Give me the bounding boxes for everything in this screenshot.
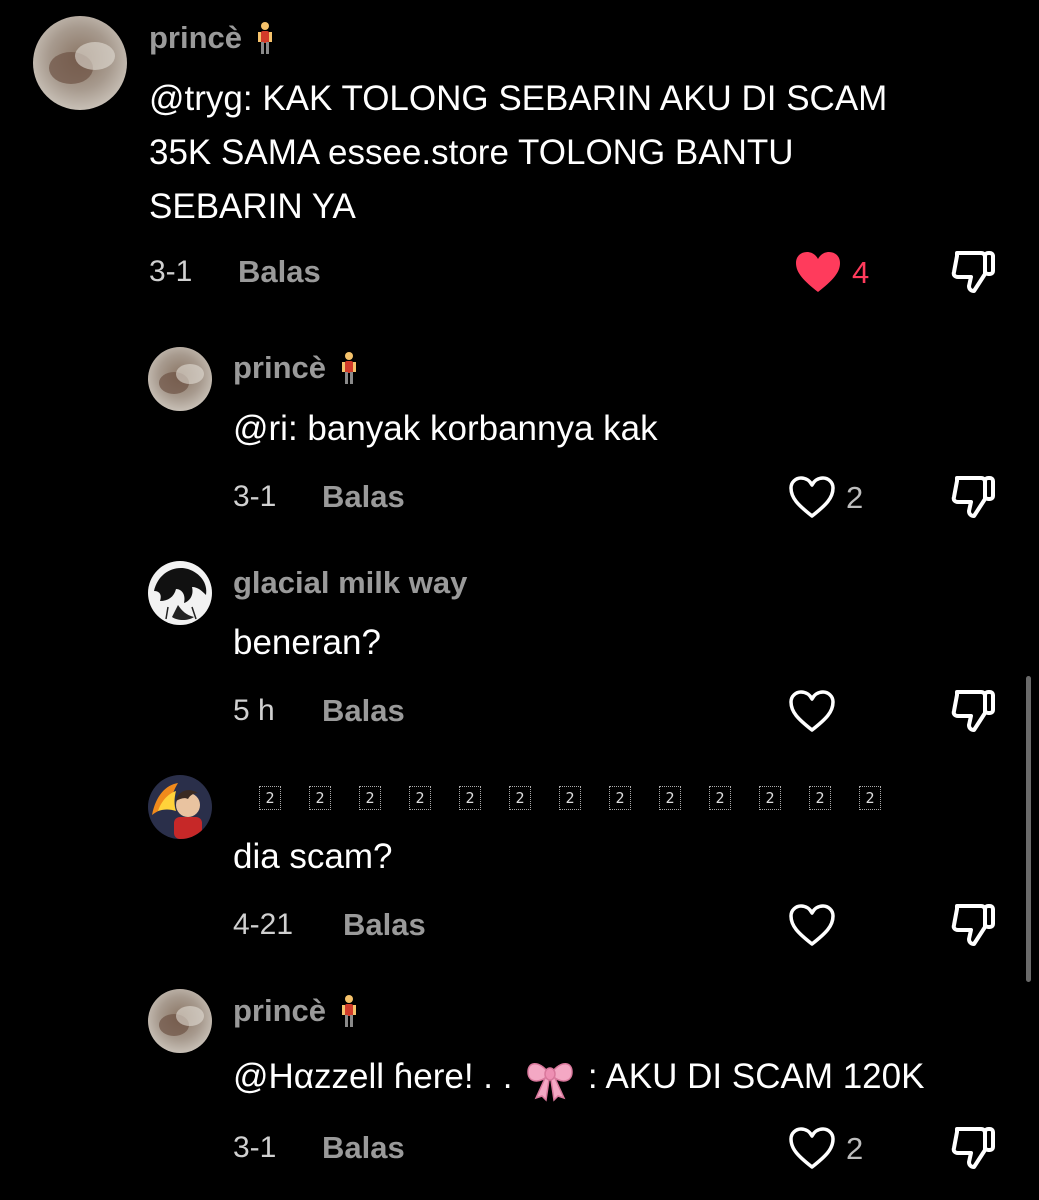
heart-icon[interactable] — [794, 250, 842, 294]
comment-text: beneran? — [233, 623, 381, 662]
reply-button[interactable]: Balas — [322, 479, 405, 515]
reply-button[interactable]: Balas — [322, 1130, 405, 1166]
comment-time: 3-1 — [233, 1131, 277, 1164]
comment-text: @ri: banyak korbannya kak — [233, 409, 658, 448]
comment-username[interactable]: princè — [233, 350, 358, 386]
comment-text: @Hαzzell ɦere! . . : AKU DI SCAM 120K — [233, 1050, 924, 1104]
like-count: 4 — [852, 255, 870, 290]
ribbon-emoji-icon — [524, 1056, 576, 1102]
heart-icon[interactable] — [788, 903, 836, 947]
standing-person-emoji-icon — [340, 351, 358, 385]
avatar[interactable] — [148, 561, 212, 625]
avatar[interactable] — [148, 989, 212, 1053]
comment-text: @tryg: KAK TOLONG SEBARIN AKU DI SCAM 35… — [149, 79, 888, 226]
thumbs-down-icon[interactable] — [948, 247, 998, 295]
avatar[interactable] — [33, 16, 127, 110]
comment-time: 4-21 — [233, 908, 294, 941]
scrollbar[interactable] — [1026, 676, 1031, 982]
heart-icon[interactable] — [788, 475, 836, 519]
comment-username[interactable]: princè — [233, 993, 358, 1029]
heart-icon[interactable] — [788, 689, 836, 733]
thumbs-down-icon[interactable] — [948, 900, 998, 948]
thumbs-down-icon[interactable] — [948, 472, 998, 520]
comment-time: 3-1 — [149, 255, 193, 288]
reply-button[interactable]: Balas — [322, 693, 405, 729]
standing-person-emoji-icon — [340, 994, 358, 1028]
comment-time: 5 h — [233, 694, 275, 727]
standing-person-emoji-icon — [256, 21, 274, 55]
comment-time: 3-1 — [233, 480, 277, 513]
avatar[interactable] — [148, 347, 212, 411]
comment-username[interactable]: glacial milk way — [233, 565, 467, 601]
reply-button[interactable]: Balas — [343, 907, 426, 943]
comment-username[interactable]: princè — [149, 20, 274, 56]
thumbs-down-icon[interactable] — [948, 1123, 998, 1171]
comment-username-glyphs[interactable]: 2 2 2 2 2 2 2 2 2 2 2 2 2 — [259, 786, 881, 810]
comment-text: dia scam? — [233, 837, 393, 876]
like-count: 2 — [846, 480, 864, 515]
like-count: 2 — [846, 1131, 864, 1166]
reply-button[interactable]: Balas — [238, 254, 321, 290]
heart-icon[interactable] — [788, 1126, 836, 1170]
thumbs-down-icon[interactable] — [948, 686, 998, 734]
avatar[interactable] — [148, 775, 212, 839]
